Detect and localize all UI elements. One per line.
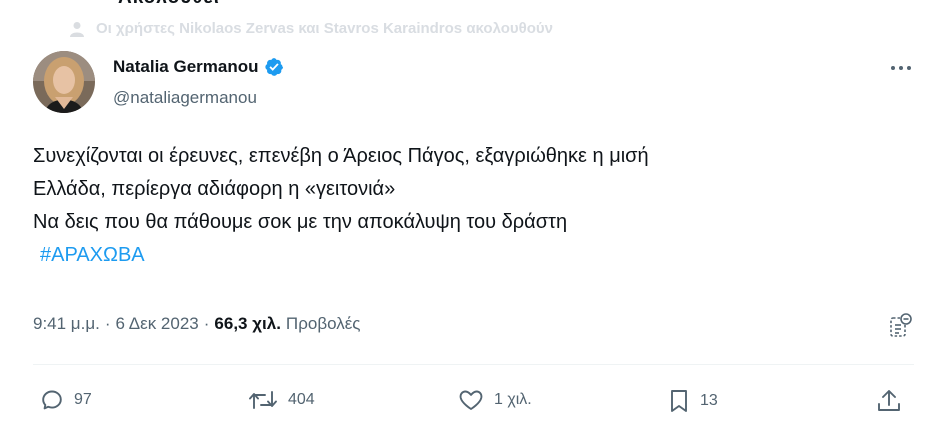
retweet-button[interactable]: 404 xyxy=(248,388,315,412)
retweet-count: 404 xyxy=(288,391,315,408)
person-icon xyxy=(70,21,84,37)
tweet-line: Συνεχίζονται οι έρευνες, επενέβη ο Άρειο… xyxy=(33,145,649,167)
like-count: 1 χιλ. xyxy=(494,391,532,408)
reply-button[interactable]: 97 xyxy=(40,388,92,412)
tweet-line: Να δεις που θα πάθουμε σοκ με την αποκάλ… xyxy=(33,211,568,233)
tweet-line: Ελλάδα, περίεργα αδιάφορη η «γειτονιά» xyxy=(33,178,396,200)
tweet-time[interactable]: 9:41 μ.μ. xyxy=(33,314,100,334)
divider xyxy=(33,364,914,365)
retweet-icon xyxy=(249,391,277,409)
author-name-text[interactable]: Natalia Germanou xyxy=(113,57,259,77)
heart-icon xyxy=(459,390,483,410)
avatar[interactable] xyxy=(33,51,95,113)
views-count: 66,3 χιλ. xyxy=(214,314,281,333)
more-options-button[interactable] xyxy=(888,58,914,78)
meta-separator: · xyxy=(104,314,111,333)
like-button[interactable]: 1 χιλ. xyxy=(458,388,532,412)
meta-separator: · xyxy=(203,314,210,333)
social-context: Οι χρήστες Nikolaos Zervas και Stavros K… xyxy=(70,20,553,37)
action-bar: 97 404 1 χιλ. 13 xyxy=(40,388,910,424)
bookmark-count: 13 xyxy=(700,392,718,409)
tweet-date[interactable]: 6 Δεκ 2023 xyxy=(116,314,199,334)
share-button[interactable] xyxy=(876,388,912,414)
cutoff-header-text: Ακολουθεί xyxy=(118,0,220,9)
reply-count: 97 xyxy=(74,391,92,408)
tweet-text: Συνεχίζονται οι έρευνες, επενέβη ο Άρειο… xyxy=(33,140,913,272)
author-handle[interactable]: @nataliagermanou xyxy=(113,88,257,108)
views-label: Προβολές xyxy=(285,314,361,333)
bookmark-button[interactable]: 13 xyxy=(668,388,718,414)
verified-badge-icon[interactable] xyxy=(264,57,284,77)
hashtag-link[interactable]: #ΑΡΑΧΩΒΑ xyxy=(40,239,913,272)
author-name[interactable]: Natalia Germanou xyxy=(113,57,284,77)
social-context-text[interactable]: Οι χρήστες Nikolaos Zervas και Stavros K… xyxy=(96,20,553,37)
tweet-meta: 9:41 μ.μ. · 6 Δεκ 2023 · 66,3 χιλ. Προβο… xyxy=(33,314,361,334)
analytics-icon[interactable] xyxy=(888,312,914,340)
more-dots-icon xyxy=(891,66,911,70)
bookmark-icon xyxy=(671,390,687,412)
reply-icon xyxy=(42,390,62,410)
avatar-image xyxy=(33,51,95,113)
share-icon xyxy=(878,390,900,411)
tweet-view: Ακολουθεί Οι χρήστες Nikolaos Zervas και… xyxy=(0,0,942,445)
